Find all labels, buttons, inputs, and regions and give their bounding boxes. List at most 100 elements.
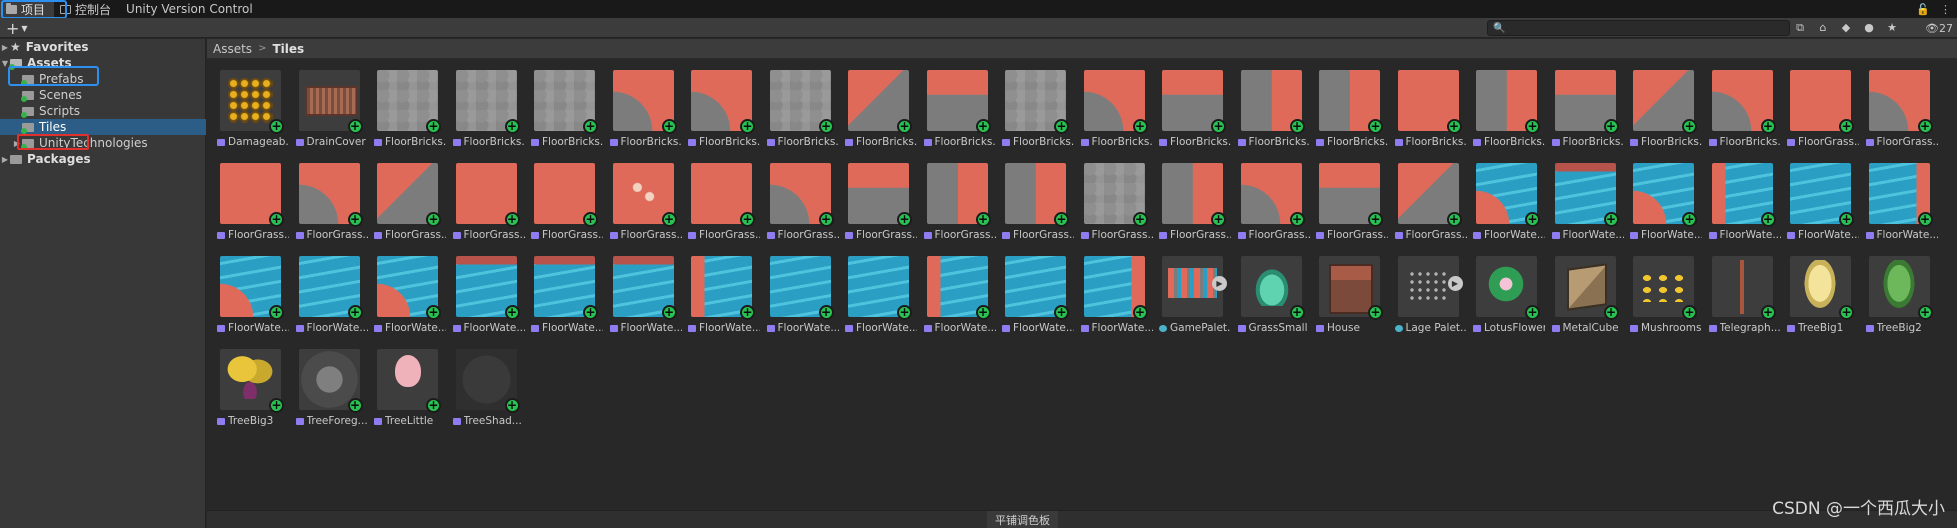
play-icon[interactable]: ▶ (1212, 276, 1227, 291)
asset-tile[interactable]: + FloorBricks... (1463, 60, 1545, 151)
info-icon[interactable]: ● (1862, 21, 1876, 35)
tree-item-packages[interactable]: ▶ Packages (0, 151, 206, 167)
asset-tile[interactable]: + FloorGrass... (1856, 60, 1938, 151)
asset-tile[interactable]: + FloorWate... (1620, 153, 1702, 244)
asset-tile[interactable]: + FloorGrass... (1228, 153, 1310, 244)
search-by-type-icon[interactable]: ⧉ (1793, 21, 1807, 35)
asset-tile[interactable]: + FloorWate... (1777, 153, 1859, 244)
asset-tile[interactable]: + FloorGrass... (443, 153, 525, 244)
asset-tile[interactable]: + FloorWate... (286, 246, 368, 337)
asset-tile[interactable]: + FloorGrass... (207, 153, 289, 244)
tile-asset-icon (452, 324, 461, 332)
asset-tile[interactable]: + FloorBricks... (1149, 60, 1231, 151)
asset-tile[interactable]: + FloorWate... (678, 246, 760, 337)
asset-tile[interactable]: + FloorWate... (757, 246, 839, 337)
asset-tile[interactable]: + FloorBricks... (1228, 60, 1310, 151)
asset-tile[interactable]: + FloorBricks... (521, 60, 603, 151)
tree-item-scenes[interactable]: Scenes (0, 87, 206, 103)
asset-tile[interactable]: + FloorWate... (521, 246, 603, 337)
asset-tile[interactable]: + FloorBricks... (443, 60, 525, 151)
asset-tile[interactable]: + TreeBig2 (1856, 246, 1934, 337)
asset-tile[interactable]: + FloorWate... (443, 246, 525, 337)
asset-tile[interactable]: + FloorWate... (1542, 153, 1624, 244)
asset-tile[interactable]: + FloorWate... (1699, 153, 1781, 244)
asset-tile[interactable]: + FloorBricks... (600, 60, 682, 151)
asset-tile[interactable]: + FloorWate... (835, 246, 917, 337)
asset-tile[interactable]: + FloorGrass... (364, 153, 446, 244)
asset-tile[interactable]: + FloorGrass... (1149, 153, 1231, 244)
asset-tile[interactable]: + FloorGrass... (835, 153, 917, 244)
asset-tile[interactable]: + FloorBricks... (835, 60, 917, 151)
tree-item-assets[interactable]: ▼ Assets (0, 55, 206, 71)
hidden-packages-toggle[interactable]: 👁 27 (1925, 18, 1953, 38)
search-by-label-icon[interactable]: ⌂ (1816, 21, 1830, 35)
asset-tile[interactable]: + FloorBricks... (1306, 60, 1388, 151)
asset-tile[interactable]: + Mushrooms (1620, 246, 1701, 337)
asset-tile[interactable]: + FloorGrass... (1777, 60, 1859, 151)
asset-tile[interactable]: ▶ GamePalet... (1149, 246, 1231, 337)
breadcrumb-current[interactable]: Tiles (272, 42, 304, 56)
asset-tile[interactable]: + TreeLittle (364, 339, 442, 430)
asset-tile[interactable]: + FloorWate... (914, 246, 996, 337)
tab-console[interactable]: 控制台 (54, 0, 120, 18)
create-button[interactable]: + ▼ (6, 18, 28, 38)
asset-tile[interactable]: + FloorBricks... (1071, 60, 1153, 151)
status-text[interactable]: 平铺调色板 (987, 511, 1058, 528)
asset-tile[interactable]: + FloorGrass... (1071, 153, 1153, 244)
asset-tile[interactable]: + FloorBricks... (364, 60, 446, 151)
asset-tile[interactable]: + FloorBricks... (678, 60, 760, 151)
tree-item-prefabs[interactable]: Prefabs (0, 71, 206, 87)
asset-tile[interactable]: + FloorWate... (364, 246, 446, 337)
asset-tile[interactable]: + FloorBricks... (914, 60, 996, 151)
asset-tile[interactable]: + FloorGrass... (600, 153, 682, 244)
asset-tile[interactable]: + TreeBig3 (207, 339, 285, 430)
asset-tile[interactable]: + FloorWate... (1856, 153, 1938, 244)
asset-tile[interactable]: + GrassSmall (1228, 246, 1308, 337)
asset-tile[interactable]: + DrainCover (286, 60, 366, 151)
tree-item-tiles[interactable]: Tiles (0, 119, 206, 135)
asset-tile[interactable]: + TreeBig1 (1777, 246, 1855, 337)
tab-project[interactable]: 项目 (0, 0, 55, 18)
asset-tile[interactable]: + FloorBricks... (1385, 60, 1467, 151)
asset-tile[interactable]: + FloorWate... (1463, 153, 1545, 244)
asset-tile[interactable]: + FloorGrass... (914, 153, 996, 244)
tree-item-favorites[interactable]: ▶ ★ Favorites (0, 39, 206, 55)
lock-icon[interactable]: 🔓 (1916, 3, 1930, 16)
tab-version-control[interactable]: Unity Version Control (120, 0, 262, 18)
asset-tile[interactable]: + FloorBricks... (1542, 60, 1624, 151)
search-input[interactable]: 🔍 (1487, 20, 1790, 36)
asset-tile[interactable]: + FloorGrass... (992, 153, 1074, 244)
asset-tile[interactable]: + FloorGrass... (1385, 153, 1467, 244)
expand-arrow-icon[interactable]: ▶ (0, 43, 10, 52)
asset-tile[interactable]: + Telegraph... (1699, 246, 1781, 337)
label-icon[interactable]: ◆ (1839, 21, 1853, 35)
asset-tile[interactable]: + FloorGrass... (286, 153, 368, 244)
asset-tile[interactable]: + FloorGrass... (757, 153, 839, 244)
asset-tile[interactable]: + FloorGrass... (678, 153, 760, 244)
asset-tile[interactable]: + LotusFlower (1463, 246, 1545, 337)
asset-tile[interactable]: + FloorWate... (1071, 246, 1153, 337)
asset-tile[interactable]: + FloorWate... (992, 246, 1074, 337)
expand-arrow-icon[interactable]: ▶ (0, 155, 10, 164)
asset-tile[interactable]: + FloorBricks... (757, 60, 839, 151)
asset-tile[interactable]: + Damageab... (207, 60, 289, 151)
asset-tile[interactable]: + FloorWate... (207, 246, 289, 337)
breadcrumb-root[interactable]: Assets (213, 42, 252, 56)
asset-tile[interactable]: + FloorGrass... (521, 153, 603, 244)
play-icon[interactable]: ▶ (1447, 276, 1463, 291)
asset-tile[interactable]: + TreeForeg... (286, 339, 368, 430)
asset-tile[interactable]: + FloorBricks... (992, 60, 1074, 151)
asset-tile[interactable]: + FloorBricks... (1699, 60, 1781, 151)
favorite-star-icon[interactable]: ★ (1885, 21, 1899, 35)
tree-item-scripts[interactable]: Scripts (0, 103, 206, 119)
asset-tile[interactable]: ▶ Lage Palet... (1385, 246, 1467, 337)
asset-tile[interactable]: + TreeShad... (443, 339, 522, 430)
asset-tile[interactable]: + FloorGrass... (1306, 153, 1388, 244)
tile-asset-icon (1316, 324, 1324, 332)
asset-tile[interactable]: + MetalCube (1542, 246, 1620, 337)
asset-tile[interactable]: + FloorWate... (600, 246, 682, 337)
kebab-menu-icon[interactable]: ⋮ (1940, 3, 1951, 16)
asset-tile[interactable]: + FloorBricks... (1620, 60, 1702, 151)
tree-item-unity-technologies[interactable]: ▶ UnityTechnologies (0, 135, 206, 151)
asset-tile[interactable]: + House (1306, 246, 1384, 337)
